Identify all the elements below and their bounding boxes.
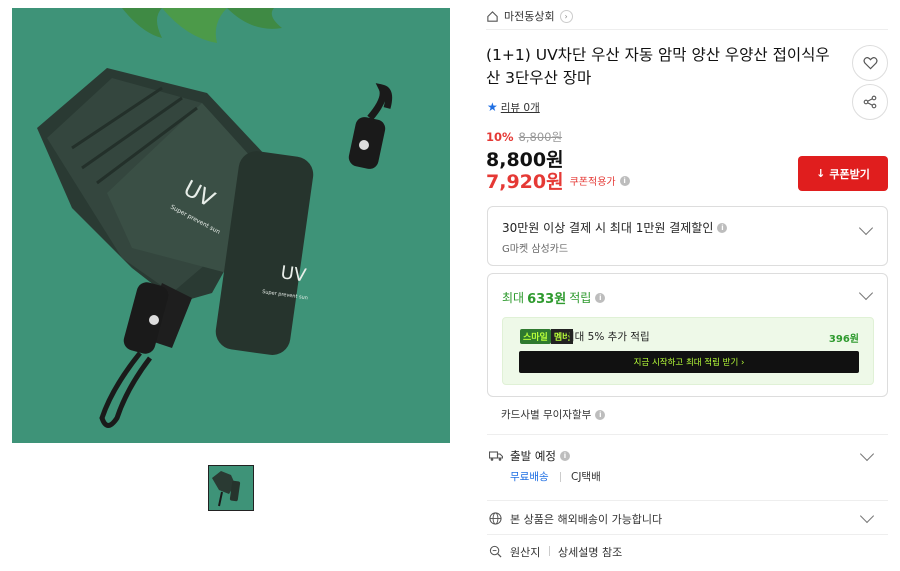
discount-row: 10% 8,800원: [486, 129, 562, 145]
info-icon[interactable]: i: [595, 292, 606, 303]
home-icon: [487, 10, 498, 22]
card-name: G마켓 삼성카드: [502, 244, 569, 255]
points-suffix: 적립: [569, 291, 592, 305]
divider: [487, 434, 888, 435]
coupon-button-label: 쿠폰받기: [829, 167, 870, 181]
points-amount: 633원: [527, 292, 567, 307]
shipping-label: 출발 예정: [510, 449, 556, 463]
badge-part-a: 스마일: [520, 329, 551, 344]
card-benefit-title-row: 30만원 이상 결제 시 최대 1만원 결제할인 i: [502, 219, 728, 236]
product-title: (1+1) UV차단 우산 자동 암막 양산 우양산 접이식우산 3단우산 장마: [486, 46, 830, 87]
points-box: 최대 633원 적립 i 스마일 멤버 최대 5% 추가 적립 396원 지금 …: [487, 273, 888, 397]
info-icon[interactable]: i: [717, 222, 728, 233]
club-start-button[interactable]: 지금 시작하고 최대 적립 받기 ›: [519, 351, 859, 373]
coupon-price-label: 쿠폰적용가: [569, 177, 616, 188]
smile-club-banner: 스마일 멤버 최대 5% 추가 적립 396원 지금 시작하고 최대 적립 받기…: [502, 317, 874, 385]
card-benefit-box[interactable]: 30만원 이상 결제 시 최대 1만원 결제할인 i G마켓 삼성카드: [487, 206, 888, 266]
divider: [486, 29, 888, 30]
store-name: 마전동상회: [504, 10, 555, 23]
svg-text:UV: UV: [279, 262, 308, 286]
shipping-carrier: CJ택배: [571, 471, 601, 483]
overseas-shipping-row[interactable]: 본 상품은 해외배송이 가능합니다: [487, 508, 888, 529]
origin-value: 상세설명 참조: [558, 546, 623, 559]
chevron-down-icon[interactable]: [858, 285, 874, 301]
wishlist-button[interactable]: [852, 45, 888, 81]
star-icon: ★: [487, 100, 498, 114]
heart-icon: [862, 57, 878, 70]
shipping-row[interactable]: 출발 예정 i 무료배송 CJ택배: [487, 445, 888, 495]
truck-icon: [489, 451, 503, 461]
info-icon[interactable]: i: [559, 451, 570, 461]
chevron-down-icon[interactable]: [858, 220, 874, 236]
review-count: 리뷰 0개: [500, 101, 540, 114]
product-thumbnail[interactable]: [208, 465, 254, 511]
chevron-down-icon[interactable]: [859, 508, 875, 524]
review-link[interactable]: ★ 리뷰 0개: [487, 100, 540, 114]
points-header: 최대 633원 적립 i: [502, 288, 606, 307]
info-icon[interactable]: i: [595, 409, 606, 420]
installment-row[interactable]: 카드사별 무이자할부 i: [501, 407, 606, 422]
product-info-panel: 마전동상회 › (1+1) UV차단 우산 자동 암막 양산 우양산 접이식우산…: [486, 0, 888, 571]
installment-label: 카드사별 무이자할부: [501, 409, 592, 421]
coupon-download-button[interactable]: ↓ 쿠폰받기: [798, 156, 888, 191]
chevron-down-icon[interactable]: [859, 446, 875, 462]
original-price: 8,800원: [518, 130, 563, 144]
share-icon: [863, 95, 877, 109]
store-link[interactable]: 마전동상회 ›: [486, 8, 573, 24]
magnifier-icon: [489, 545, 502, 558]
origin-label: 원산지: [510, 546, 541, 559]
chevron-right-icon: ›: [559, 9, 573, 23]
club-amount: 396원: [828, 334, 859, 345]
info-icon[interactable]: i: [619, 175, 630, 186]
points-prefix: 최대: [502, 291, 525, 305]
product-main-image[interactable]: UV Super prevent sun UV Super prevent su…: [12, 8, 450, 443]
divider: [549, 546, 550, 556]
origin-row: 원산지 상세설명 참조: [487, 543, 888, 563]
shipping-label-row: 출발 예정 i: [510, 448, 570, 464]
club-text: 최대 5% 추가 적립: [565, 331, 650, 343]
coupon-price: 7,920원: [486, 171, 564, 193]
shipping-fee: 무료배송: [510, 471, 549, 483]
divider: [560, 472, 561, 482]
globe-icon: [489, 512, 502, 525]
discount-rate: 10%: [486, 130, 514, 144]
coupon-price-row: 7,920원 쿠폰적용가 i: [486, 167, 630, 194]
download-icon: ↓: [816, 167, 826, 180]
card-benefit-title: 30만원 이상 결제 시 최대 1만원 결제할인: [502, 221, 714, 235]
overseas-text: 본 상품은 해외배송이 가능합니다: [510, 513, 663, 526]
divider: [487, 500, 888, 501]
share-button[interactable]: [852, 84, 888, 120]
divider: [487, 534, 888, 535]
